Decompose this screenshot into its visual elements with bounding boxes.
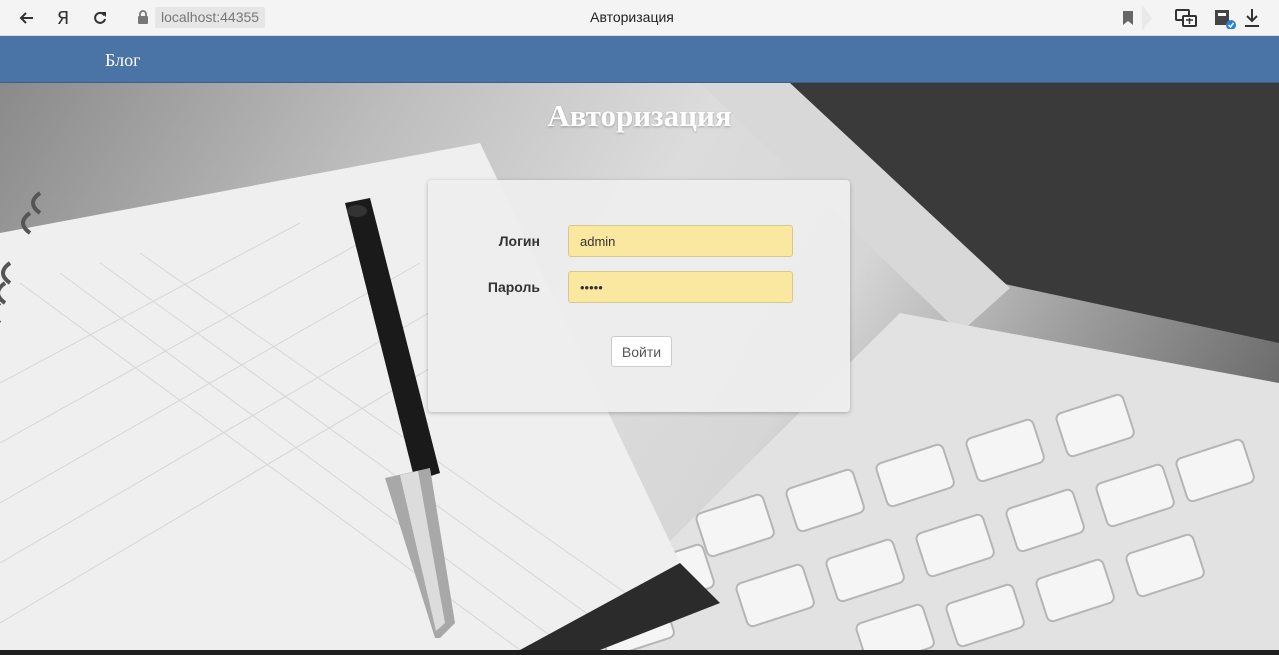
login-form: Логин Пароль Войти	[428, 180, 850, 412]
bookmark-icon[interactable]	[1122, 10, 1134, 26]
address-bar-edge	[1142, 5, 1152, 31]
extension-icon[interactable]	[1212, 7, 1236, 29]
lock-icon	[138, 10, 148, 24]
address-bar[interactable]	[128, 5, 1148, 30]
reload-icon[interactable]	[88, 6, 112, 30]
url-text[interactable]: localhost:44355	[155, 7, 266, 28]
password-label: Пароль	[487, 279, 540, 295]
download-icon[interactable]	[1242, 7, 1266, 29]
page-title: Авторизация	[547, 98, 732, 133]
brand-link[interactable]: Блог	[105, 50, 140, 71]
login-input[interactable]	[568, 225, 793, 257]
back-arrow-icon[interactable]	[14, 6, 38, 30]
login-label: Логин	[498, 233, 540, 249]
translate-icon[interactable]	[1174, 7, 1198, 29]
login-button[interactable]: Войти	[611, 336, 672, 367]
password-input[interactable]	[568, 271, 793, 303]
site-navbar: Блог	[0, 36, 1279, 83]
browser-toolbar: Я localhost:44355 Авторизация	[0, 0, 1279, 36]
yandex-icon[interactable]: Я	[51, 6, 75, 30]
bottom-strip	[0, 650, 1279, 655]
